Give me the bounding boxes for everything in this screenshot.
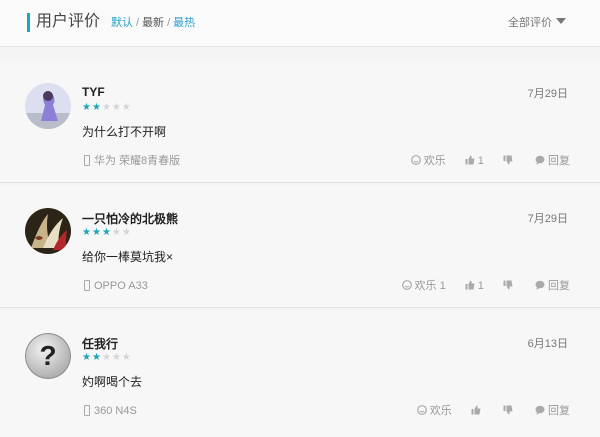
star-icon: ★: [101, 102, 112, 113]
star-icon: ★: [111, 352, 122, 363]
fun-button[interactable]: 欢乐: [410, 154, 446, 168]
star-icon: ★: [111, 227, 122, 238]
reply-button[interactable]: 回复: [535, 279, 570, 293]
review-actions: 欢乐 回复: [401, 404, 570, 418]
avatar[interactable]: [25, 83, 71, 129]
reply-button[interactable]: 回复: [535, 154, 570, 168]
review-actions: 欢乐 1 1 回复: [386, 279, 570, 293]
avatar[interactable]: ?: [25, 333, 71, 379]
reply-label: 回复: [548, 155, 570, 167]
thumbs-down-icon: [503, 280, 513, 290]
comment-icon: [535, 405, 545, 415]
sort-separator: /: [167, 17, 171, 29]
star-icon: ★: [82, 227, 92, 238]
star-icon: ★: [82, 352, 92, 363]
dislike-button[interactable]: [503, 154, 516, 168]
sort-options: 默认 / 最新 / 最热: [111, 16, 195, 30]
fun-button[interactable]: 欢乐 1: [401, 279, 446, 293]
thumbs-down-icon: [503, 155, 513, 165]
section-title: 用户评价: [36, 13, 101, 30]
star-icon: ★: [91, 352, 102, 363]
sort-default[interactable]: 默认: [111, 17, 133, 29]
dislike-button[interactable]: [503, 279, 516, 293]
smiley-icon: [416, 405, 427, 415]
reviewer-name[interactable]: 一只怕冷的北极熊: [82, 210, 178, 227]
comment-icon: [535, 155, 545, 165]
review-actions: 欢乐 1 回复: [395, 154, 570, 168]
reviews-header: 用户评价 默认 / 最新 / 最热 全部评价: [0, 0, 600, 47]
review-date: 6月13日: [527, 338, 568, 350]
sort-newest[interactable]: 最新: [142, 17, 164, 29]
review-content: 为什么打不开啊: [82, 125, 167, 139]
star-rating: ★★★★★: [82, 228, 132, 238]
star-icon: ★: [91, 227, 102, 238]
dislike-button[interactable]: [503, 404, 516, 418]
review-date: 7月29日: [527, 213, 568, 225]
fun-count: 1: [439, 280, 446, 292]
phone-icon: [84, 280, 90, 291]
star-icon: ★: [101, 352, 112, 363]
filter-dropdown[interactable]: 全部评价: [508, 16, 566, 30]
accent-bar: [27, 13, 30, 32]
filter-label: 全部评价: [508, 17, 552, 29]
star-rating: ★★★★★: [82, 103, 132, 113]
star-icon: ★: [111, 102, 122, 113]
reply-label: 回复: [548, 405, 570, 417]
sort-separator: /: [136, 17, 140, 29]
review-date: 7月29日: [527, 88, 568, 100]
star-rating: ★★★★★: [82, 353, 132, 363]
star-icon: ★: [101, 227, 112, 238]
comment-icon: [535, 280, 545, 290]
fun-label: 欢乐: [414, 280, 437, 292]
device-name: 华为 荣耀8青春版: [94, 155, 181, 167]
like-count: 1: [477, 280, 484, 292]
review-item: 一只怕冷的北极熊 7月29日 ★★★★★ 给你一棒莫坑我× OPPO A33 欢…: [0, 186, 600, 308]
star-icon: ★: [121, 352, 132, 363]
reply-button[interactable]: 回复: [535, 404, 570, 418]
svg-text:?: ?: [39, 340, 56, 371]
star-icon: ★: [121, 227, 132, 238]
phone-icon: [84, 155, 90, 166]
fun-button[interactable]: 欢乐: [416, 404, 452, 418]
smiley-icon: [401, 280, 412, 290]
device-info: 360 N4S: [84, 404, 137, 418]
device-name: OPPO A33: [94, 280, 148, 292]
thumbs-up-icon: [465, 155, 475, 165]
smiley-icon: [410, 155, 421, 165]
star-icon: ★: [91, 102, 102, 113]
review-item: ? 任我行 6月13日 ★★★★★ 妁啊喝个去 360 N4S 欢乐 回复: [0, 311, 600, 437]
review-content: 给你一棒莫坑我×: [82, 250, 174, 264]
reviewer-name[interactable]: 任我行: [82, 335, 118, 352]
sort-hottest[interactable]: 最热: [173, 17, 195, 29]
device-info: OPPO A33: [84, 279, 148, 293]
star-icon: ★: [121, 102, 132, 113]
star-icon: ★: [82, 102, 92, 113]
chevron-down-icon: [556, 18, 566, 24]
avatar[interactable]: [25, 208, 71, 254]
reply-label: 回复: [548, 280, 570, 292]
thumbs-up-icon: [465, 280, 475, 290]
fun-label: 欢乐: [429, 405, 452, 417]
like-button[interactable]: [471, 404, 484, 418]
review-item: TYF 7月29日 ★★★★★ 为什么打不开啊 华为 荣耀8青春版 欢乐 1 回…: [0, 61, 600, 183]
fun-label: 欢乐: [423, 155, 446, 167]
like-button[interactable]: 1: [465, 279, 484, 293]
like-button[interactable]: 1: [465, 154, 484, 168]
like-count: 1: [477, 155, 484, 167]
reviewer-name[interactable]: TYF: [82, 85, 105, 99]
thumbs-down-icon: [503, 405, 513, 415]
device-name: 360 N4S: [94, 405, 137, 417]
review-content: 妁啊喝个去: [82, 375, 143, 389]
phone-icon: [84, 405, 90, 416]
device-info: 华为 荣耀8青春版: [84, 154, 180, 168]
thumbs-up-icon: [471, 405, 481, 415]
